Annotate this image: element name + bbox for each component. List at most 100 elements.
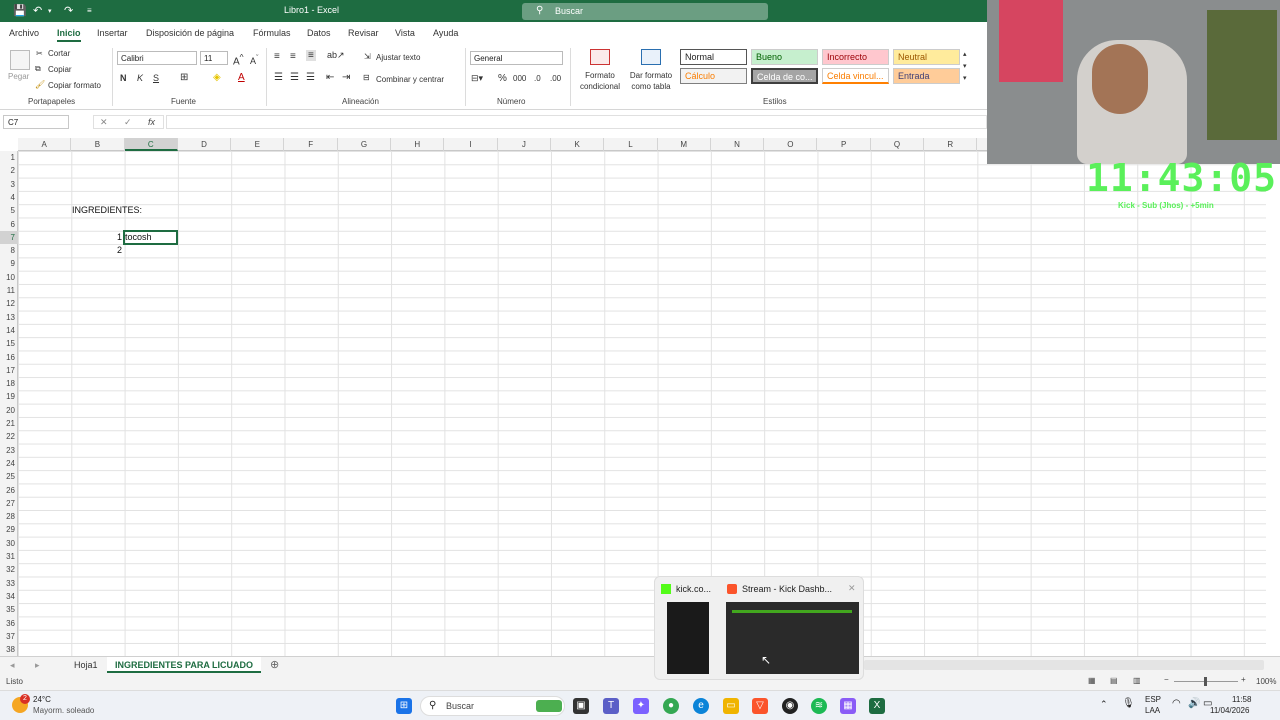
row-header-18[interactable]: 18	[0, 377, 18, 390]
insert-function-icon[interactable]: fx	[148, 117, 155, 127]
column-header-h[interactable]: H	[391, 138, 445, 151]
row-header-1[interactable]: 1	[0, 151, 18, 164]
clock-date[interactable]: 11/04/2026	[1210, 706, 1249, 715]
app-grid-icon[interactable]: ▦	[840, 698, 856, 714]
row-header-24[interactable]: 24	[0, 457, 18, 470]
tab-vista[interactable]: Vista	[395, 28, 415, 38]
wifi-icon[interactable]: ◠	[1172, 698, 1181, 709]
chrome-icon[interactable]: ●	[663, 698, 679, 714]
row-header-2[interactable]: 2	[0, 164, 18, 177]
zoom-out-icon[interactable]: −	[1164, 675, 1169, 684]
cancel-icon[interactable]: ✕	[100, 117, 108, 128]
conditional-format-icon[interactable]	[590, 49, 610, 65]
style-entrada[interactable]: Entrada	[893, 68, 960, 84]
scissors-icon[interactable]: ✂	[36, 49, 43, 58]
row-header-13[interactable]: 13	[0, 311, 18, 324]
row-header-27[interactable]: 27	[0, 497, 18, 510]
normal-view-icon[interactable]: ▦	[1088, 676, 1096, 685]
row-header-38[interactable]: 38	[0, 643, 18, 656]
preview-thumbnail-kick[interactable]	[667, 602, 709, 674]
column-header-n[interactable]: N	[711, 138, 765, 151]
italic-button[interactable]: K	[137, 73, 143, 83]
decrease-font-icon[interactable]: Aˇ	[250, 53, 259, 66]
bold-button[interactable]: N	[120, 73, 127, 83]
font-color-icon[interactable]: A	[238, 72, 245, 83]
column-header-i[interactable]: I	[444, 138, 498, 151]
row-header-22[interactable]: 22	[0, 430, 18, 443]
add-sheet-icon[interactable]: ⊕	[270, 658, 279, 671]
customize-quick-access-icon[interactable]: ≡	[87, 6, 92, 15]
column-header-d[interactable]: D	[178, 138, 232, 151]
row-header-21[interactable]: 21	[0, 417, 18, 430]
column-header-c[interactable]: C	[124, 138, 178, 151]
start-icon[interactable]: ⊞	[396, 698, 412, 714]
align-top-icon[interactable]: ≡	[274, 51, 280, 62]
tab-archivo[interactable]: Archivo	[9, 28, 39, 38]
undo-icon[interactable]: ↶	[33, 4, 42, 17]
page-layout-icon[interactable]: ▤	[1110, 676, 1118, 685]
volume-icon[interactable]: 🔊	[1188, 698, 1200, 709]
taskbar-search[interactable]: ⚲ Buscar	[420, 696, 565, 716]
row-header-23[interactable]: 23	[0, 444, 18, 457]
row-header-17[interactable]: 17	[0, 364, 18, 377]
sheet-tab-hoja1[interactable]: Hoja1	[66, 657, 106, 673]
decrease-decimal-icon[interactable]: .00	[550, 74, 561, 83]
thousands-separator-icon[interactable]: 000	[513, 74, 526, 83]
clock-time[interactable]: 11:58	[1232, 695, 1251, 704]
font-size-select[interactable]: 11	[200, 51, 228, 65]
microphone-icon[interactable]: 🎙	[1122, 698, 1135, 709]
edge-icon[interactable]: e	[693, 698, 709, 714]
zoom-slider-thumb[interactable]	[1204, 677, 1207, 686]
next-sheet-icon[interactable]: ▸	[35, 660, 40, 671]
row-header-31[interactable]: 31	[0, 550, 18, 563]
row-header-32[interactable]: 32	[0, 563, 18, 576]
row-header-28[interactable]: 28	[0, 510, 18, 523]
preview-title-stream[interactable]: Stream - Kick Dashb...	[742, 584, 832, 594]
style-calculo[interactable]: Cálculo	[680, 68, 747, 84]
column-header-l[interactable]: L	[604, 138, 658, 151]
chevron-down-icon[interactable]: ▾	[48, 7, 52, 15]
zoom-level[interactable]: 100%	[1256, 677, 1276, 686]
row-header-8[interactable]: 8	[0, 244, 18, 257]
conditional-format-button[interactable]: Formato condicional	[575, 70, 625, 92]
style-incorrecto[interactable]: Incorrecto	[822, 49, 889, 65]
row-header-6[interactable]: 6	[0, 218, 18, 231]
row-header-15[interactable]: 15	[0, 337, 18, 350]
cell-b4[interactable]: INGREDIENTES:	[72, 204, 142, 217]
selected-cell-c7[interactable]	[123, 230, 178, 245]
tab-datos[interactable]: Datos	[307, 28, 331, 38]
merge-center-button[interactable]: Combinar y centrar	[376, 75, 444, 84]
increase-font-icon[interactable]: A^	[233, 52, 244, 67]
brave-icon[interactable]: ▽	[752, 698, 768, 714]
cell-b7[interactable]: 2	[117, 244, 122, 257]
row-header-37[interactable]: 37	[0, 630, 18, 643]
file-explorer-icon[interactable]: ▭	[723, 698, 739, 714]
preview-thumbnail-stream[interactable]	[726, 602, 859, 674]
column-header-p[interactable]: P	[818, 138, 871, 151]
align-center-icon[interactable]: ☰	[290, 72, 299, 83]
column-header-g[interactable]: G	[338, 138, 392, 151]
formula-input[interactable]	[166, 115, 987, 129]
column-header-r[interactable]: R	[924, 138, 978, 151]
column-header-k[interactable]: K	[551, 138, 605, 151]
fill-color-icon[interactable]: ◈	[213, 72, 221, 83]
paste-button[interactable]: Pegar	[8, 72, 29, 81]
copilot-icon[interactable]: ✦	[633, 698, 649, 714]
column-header-q[interactable]: Q	[871, 138, 925, 151]
horizontal-scrollbar[interactable]	[864, 660, 1264, 670]
tab-formulas[interactable]: Fórmulas	[253, 28, 291, 38]
row-header-20[interactable]: 20	[0, 404, 18, 417]
format-as-table-button[interactable]: Dar formato como tabla	[626, 70, 676, 92]
row-header-35[interactable]: 35	[0, 603, 18, 616]
row-header-29[interactable]: 29	[0, 523, 18, 536]
column-header-m[interactable]: M	[658, 138, 711, 151]
column-header-f[interactable]: F	[285, 138, 338, 151]
align-bottom-icon[interactable]: ≡	[306, 50, 316, 61]
zoom-in-icon[interactable]: +	[1241, 675, 1246, 684]
align-left-icon[interactable]: ☰	[274, 72, 283, 83]
name-box[interactable]: C7	[3, 115, 69, 129]
language-region[interactable]: LAA	[1145, 706, 1160, 715]
row-header-4[interactable]: 4	[0, 191, 18, 204]
style-neutral[interactable]: Neutral	[893, 49, 960, 65]
underline-button[interactable]: S	[153, 73, 159, 83]
